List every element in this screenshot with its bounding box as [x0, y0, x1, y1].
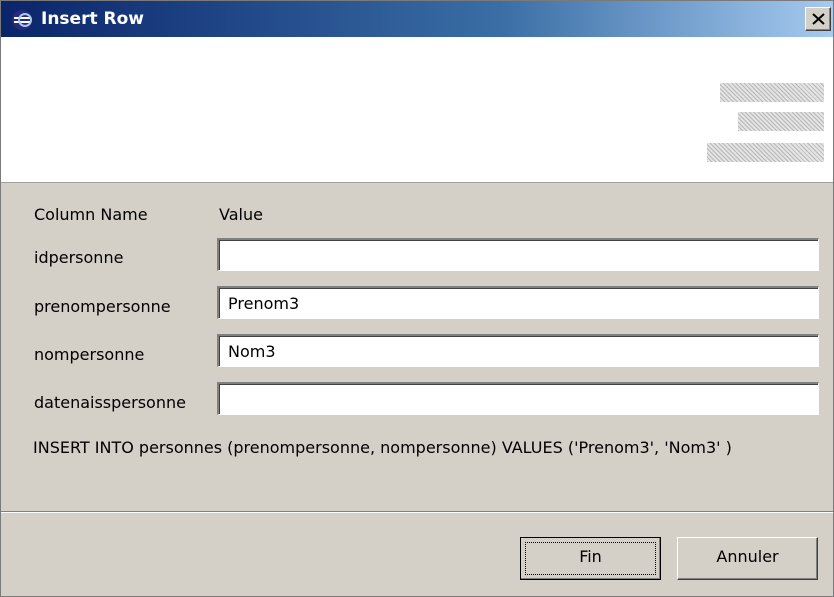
- cancel-button[interactable]: Annuler: [677, 537, 818, 580]
- value-header: Value: [219, 205, 263, 224]
- app-icon: [11, 9, 33, 31]
- datenaisspersonne-input[interactable]: [217, 382, 819, 415]
- row-label-prenompersonne: prenompersonne: [34, 297, 171, 316]
- column-name-header: Column Name: [34, 205, 148, 224]
- banner-graphic-line: [738, 112, 824, 131]
- window-title: Insert Row: [41, 9, 144, 29]
- row-label-nompersonne: nompersonne: [34, 345, 145, 364]
- nompersonne-input[interactable]: Nom3: [217, 334, 819, 367]
- close-icon: [812, 13, 825, 25]
- finish-button[interactable]: Fin: [520, 537, 661, 580]
- insert-row-dialog: Insert Row Column Name Value idpersonne …: [0, 0, 834, 597]
- wizard-banner: [1, 37, 833, 183]
- banner-graphic-line: [720, 83, 824, 102]
- prenompersonne-input[interactable]: Prenom3: [217, 286, 819, 319]
- focus-rectangle: [525, 542, 656, 575]
- banner-graphic-line: [707, 143, 824, 162]
- title-bar[interactable]: Insert Row: [1, 1, 833, 37]
- close-button[interactable]: [805, 7, 831, 31]
- row-label-datenaisspersonne: datenaisspersonne: [34, 393, 186, 412]
- button-bar-separator: [1, 511, 833, 513]
- idpersonne-input[interactable]: [217, 238, 819, 271]
- sql-preview-text: INSERT INTO personnes (prenompersonne, n…: [33, 438, 732, 457]
- row-label-idpersonne: idpersonne: [34, 248, 124, 267]
- cancel-button-label: Annuler: [716, 547, 779, 566]
